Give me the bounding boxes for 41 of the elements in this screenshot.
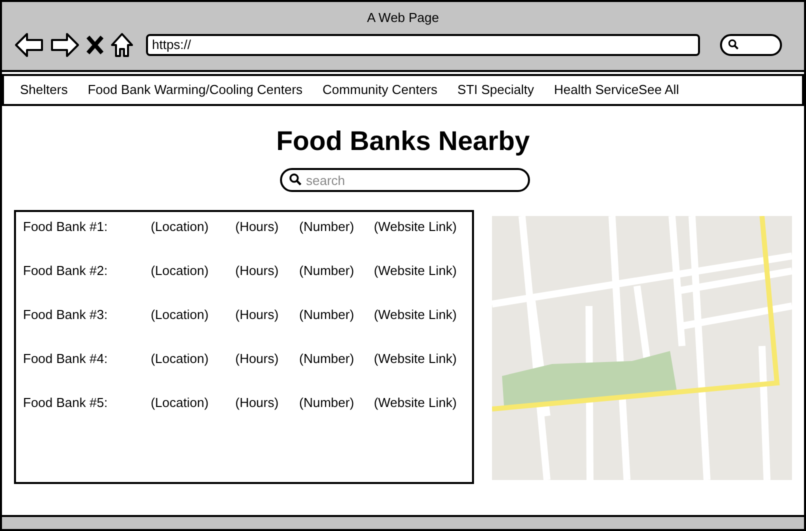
nav-link[interactable]: STI Specialty [457,80,534,100]
back-arrow-icon[interactable] [14,32,44,58]
website-link[interactable]: (Website Link) [374,217,472,236]
browser-search-field[interactable] [720,34,782,56]
food-bank-number: (Number) [299,394,356,412]
nav-link[interactable]: Health ServiceSee All [554,80,680,100]
food-bank-hours: (Hours) [235,350,280,368]
food-bank-location: (Location) [150,218,210,236]
forward-arrow-icon[interactable] [50,32,80,58]
window-title: A Web Page [366,9,440,27]
food-bank-number: (Number) [299,218,356,236]
food-bank-hours: (Hours) [235,394,280,412]
food-bank-hours: (Hours) [235,218,280,236]
food-bank-name: Food Bank #2: [23,262,109,280]
website-link[interactable]: (Website Link) [374,261,472,280]
food-bank-location: (Location) [150,306,210,324]
page-heading: Food Banks Nearby [275,125,531,158]
food-bank-name: Food Bank #1: [23,218,109,236]
address-field[interactable]: https:// [146,34,700,56]
nav-link[interactable]: Shelters [20,80,68,100]
food-bank-location: (Location) [150,394,210,412]
close-icon[interactable] [86,34,104,54]
home-icon[interactable] [110,32,134,58]
food-bank-location: (Location) [150,350,210,368]
food-bank-number: (Number) [299,306,356,324]
food-bank-name: Food Bank #3: [23,306,109,324]
food-bank-hours: (Hours) [235,262,280,280]
food-bank-hours: (Hours) [235,306,280,324]
food-bank-name: Food Bank #4: [23,350,109,368]
search-icon [728,39,739,50]
website-link[interactable]: (Website Link) [374,305,472,324]
food-bank-number: (Number) [299,262,356,280]
food-bank-location: (Location) [150,262,210,280]
nav-link[interactable]: Food Bank Warming/Cooling Centers [88,80,303,100]
food-bank-number: (Number) [299,350,356,368]
website-link[interactable]: (Website Link) [374,349,472,368]
search-field[interactable]: search [280,168,530,192]
search-icon [289,173,302,186]
nav-link[interactable]: Community Centers [322,80,438,100]
food-bank-name: Food Bank #5: [23,394,109,412]
website-link[interactable]: (Website Link) [374,393,472,412]
